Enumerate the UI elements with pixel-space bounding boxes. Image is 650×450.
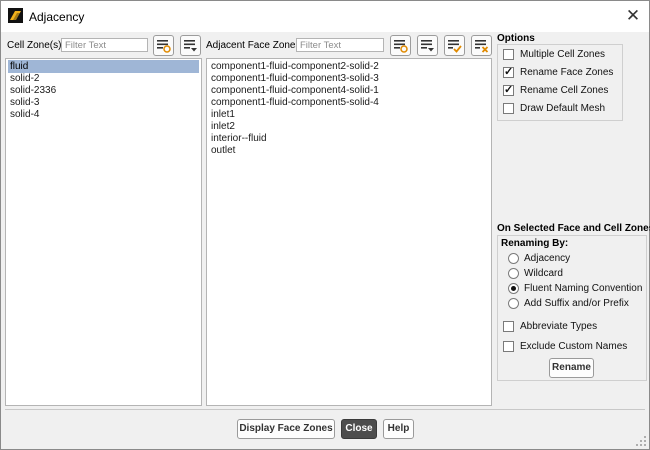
cell-zones-list[interactable]: fluid solid-2 solid-2336 solid-3 solid-4 — [5, 58, 202, 406]
cell-zones-label: Cell Zone(s) — [7, 40, 62, 51]
window-title: Adjacency — [29, 10, 85, 24]
rename-cell-zones-label: Rename Cell Zones — [520, 85, 609, 96]
add-suffix-prefix-radio[interactable] — [508, 298, 519, 309]
close-window-icon[interactable]: ✕ — [621, 5, 645, 27]
check-list-icon — [448, 40, 462, 53]
cell-zones-deselect-button[interactable] — [180, 35, 201, 56]
resize-grip-icon[interactable] — [635, 435, 647, 447]
list-item[interactable]: outlet — [209, 144, 489, 157]
close-button[interactable]: Close — [341, 419, 377, 439]
rename-cell-zones-checkbox[interactable]: ✓ — [503, 84, 514, 96]
rename-button[interactable]: Rename — [549, 358, 594, 378]
fluent-naming-convention-label: Fluent Naming Convention — [524, 283, 643, 294]
renaming-by-label: Renaming By: — [501, 238, 569, 249]
face-zones-list-options-button[interactable] — [417, 35, 438, 56]
adjacency-dialog: Adjacency ✕ Cell Zone(s) fluid solid-2 s… — [0, 0, 650, 450]
rename-face-zones-checkbox[interactable]: ✓ — [503, 66, 514, 78]
options-title: Options — [497, 33, 535, 44]
display-face-zones-button[interactable]: Display Face Zones — [237, 419, 335, 439]
rename-face-zones-label: Rename Face Zones — [520, 67, 614, 78]
checkmark-icon: ✓ — [504, 84, 514, 96]
footer-divider — [5, 409, 645, 410]
title-bar: Adjacency ✕ — [1, 1, 649, 32]
wildcard-radio[interactable] — [508, 268, 519, 279]
face-zones-filter-input[interactable] — [296, 38, 384, 52]
help-button[interactable]: Help — [383, 419, 414, 439]
adjacency-radio[interactable] — [508, 253, 519, 264]
select-all-icon — [157, 40, 171, 53]
multiple-cell-zones-checkbox[interactable] — [503, 49, 514, 60]
exclude-custom-names-checkbox[interactable] — [503, 341, 514, 352]
face-zones-label: Adjacent Face Zones — [206, 40, 301, 51]
checkmark-icon: ✓ — [504, 66, 514, 78]
draw-default-mesh-checkbox[interactable] — [503, 103, 514, 114]
face-zones-select-all-button[interactable] — [390, 35, 411, 56]
abbreviate-types-label: Abbreviate Types — [520, 321, 598, 332]
radio-dot-icon — [511, 286, 516, 291]
face-zones-clear-button[interactable] — [471, 35, 492, 56]
ansys-app-icon — [8, 8, 23, 23]
fluent-naming-convention-radio[interactable] — [508, 283, 519, 294]
face-zones-list[interactable]: component1-fluid-component2-solid-2 comp… — [206, 58, 492, 406]
draw-default-mesh-label: Draw Default Mesh — [520, 103, 606, 114]
face-zones-check-all-button[interactable] — [444, 35, 465, 56]
add-suffix-prefix-label: Add Suffix and/or Prefix — [524, 298, 629, 309]
select-all-icon — [394, 40, 408, 53]
clear-list-icon — [475, 40, 489, 53]
cell-zones-filter-input[interactable] — [61, 38, 148, 52]
wildcard-radio-label: Wildcard — [524, 268, 563, 279]
abbreviate-types-checkbox[interactable] — [503, 321, 514, 332]
exclude-custom-names-label: Exclude Custom Names — [520, 341, 628, 352]
list-item[interactable]: solid-4 — [8, 108, 199, 121]
list-dropdown-icon — [184, 40, 197, 52]
on-selected-title: On Selected Face and Cell Zones — [497, 223, 650, 234]
cell-zones-select-all-button[interactable] — [153, 35, 174, 56]
adjacency-radio-label: Adjacency — [524, 253, 571, 264]
list-dropdown-icon — [421, 40, 434, 52]
multiple-cell-zones-label: Multiple Cell Zones — [520, 49, 606, 60]
